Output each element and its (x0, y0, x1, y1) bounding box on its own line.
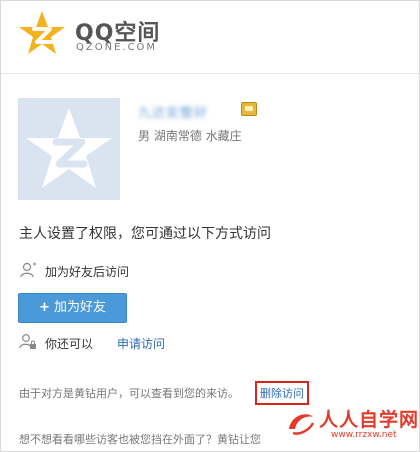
plus-icon: + (39, 300, 50, 315)
brand-subtitle: QZONE.COM (76, 42, 158, 53)
header-divider (1, 73, 419, 74)
visitor-notice: 由于对方是黄钻用户，可以查看到您的来访。 (19, 387, 239, 400)
watermark: 人人自学网 www.rrzxw.net (285, 405, 418, 445)
add-friend-label: 加为好友 (53, 300, 106, 315)
delete-visit-link[interactable]: 删除访问 (255, 381, 309, 405)
apply-access-link[interactable]: 申请访问 (117, 335, 165, 352)
default-avatar-star-icon (26, 108, 112, 188)
user-outline-icon (20, 262, 36, 278)
apply-access-row: 你还可以 申请访问 (19, 333, 319, 353)
permission-message: 主人设置了权限，您可通过以下方式访问 (19, 226, 271, 242)
add-friend-button[interactable]: + 加为好友 (18, 293, 127, 323)
footer-promo-text: 想不想看看哪些访客也被您挡在外面了？黄钻让您 (19, 433, 261, 446)
qzone-access-page: QQ空间 QZONE.COM 九达安整好 男 湖南常德 水藏庄 主人设置了权限，… (0, 0, 420, 452)
avatar[interactable] (18, 98, 120, 200)
profile-nickname[interactable]: 九达安整好 (138, 102, 208, 121)
qzone-logo[interactable]: QQ空间 QZONE.COM (17, 9, 197, 59)
apply-prefix: 你还可以 (45, 337, 94, 351)
yellow-diamond-vip-icon (241, 102, 257, 116)
friend-access-label: 加为好友后访问 (45, 265, 130, 279)
profile-location: 男 湖南常德 水藏庄 (138, 129, 242, 143)
qzone-star-icon (19, 11, 65, 54)
watermark-title: 人人自学网 (319, 409, 420, 431)
watermark-url: www.rrzxw.net (331, 430, 397, 440)
lock-user-icon (19, 334, 36, 349)
watermark-logo-icon (289, 414, 315, 435)
